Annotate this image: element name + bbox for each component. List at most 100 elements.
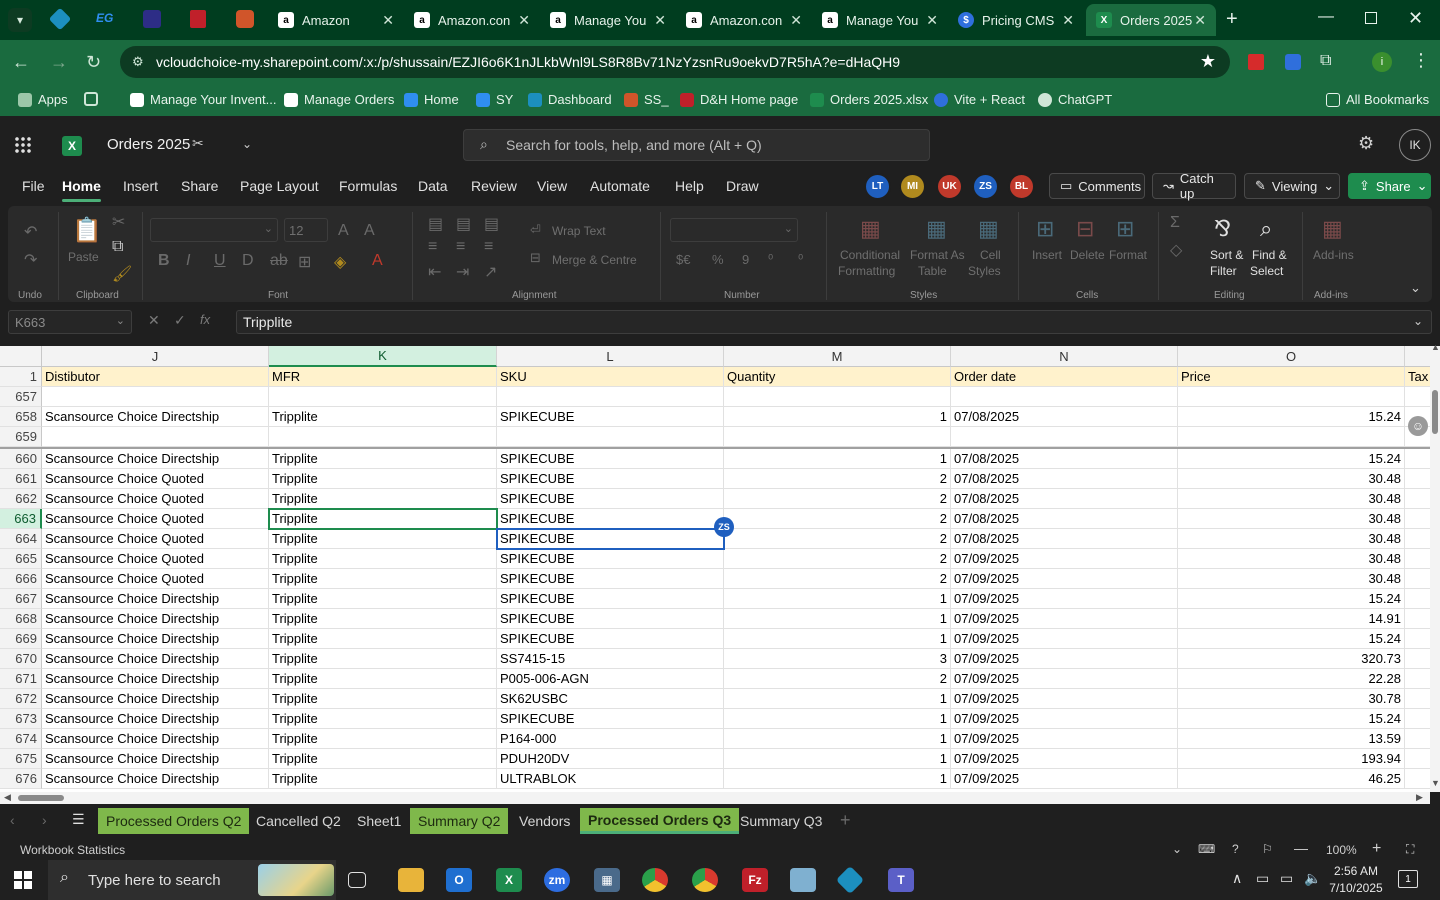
select-all-corner[interactable] [0,346,42,367]
cell[interactable]: SPIKECUBE [497,529,724,549]
zoom-in-icon[interactable]: + [1372,840,1381,858]
header-cell[interactable]: Distibutor [42,367,269,387]
decrease-font-icon[interactable]: A [364,222,375,240]
copy-icon[interactable]: ⧉ [112,238,123,256]
tab-insert[interactable]: Insert [123,178,158,194]
forward-icon[interactable]: → [50,52,68,73]
tab-share[interactable]: Share [181,178,218,194]
cell[interactable]: Scansource Choice Directship [42,609,269,629]
row-header[interactable]: 667 [0,589,42,609]
tab-page-layout[interactable]: Page Layout [240,178,319,194]
cell[interactable]: Tripplite [269,749,497,769]
cell[interactable]: Scansource Choice Directship [42,649,269,669]
row-header[interactable]: 665 [0,549,42,569]
close-icon[interactable]: ✕ [1062,12,1074,29]
cell[interactable]: 07/09/2025 [951,689,1178,709]
cell[interactable]: SS7415-15 [497,649,724,669]
cell[interactable]: 1 [724,749,951,769]
font-color-icon[interactable]: A [372,252,383,270]
close-icon[interactable]: ✕ [926,12,938,29]
chrome-icon[interactable] [692,868,718,892]
cell[interactable] [497,427,724,447]
header-cell[interactable]: Price [1178,367,1405,387]
cell[interactable]: 3 [724,649,951,669]
cell[interactable]: 15.24 [1178,709,1405,729]
cell[interactable]: PDUH20DV [497,749,724,769]
undo-icon[interactable]: ↶ [24,222,37,242]
cell[interactable]: Scansource Choice Directship [42,709,269,729]
cell[interactable]: 1 [724,689,951,709]
row-header[interactable]: 672 [0,689,42,709]
browser-tab[interactable]: a Amazon ✕ [268,4,404,36]
cancel-icon[interactable]: ✕ [148,312,160,329]
cell[interactable]: Scansource Choice Directship [42,407,269,427]
merge-centre-button[interactable]: Merge & Centre [552,253,637,267]
column-header-n[interactable]: N [951,346,1178,367]
row-header[interactable]: 668 [0,609,42,629]
orientation-icon[interactable]: ↗ [484,262,497,282]
cell[interactable]: Tripplite [269,609,497,629]
person-presence-icon[interactable]: ☺ [1408,416,1428,436]
cell[interactable]: 07/09/2025 [951,709,1178,729]
bookmark-item[interactable]: Manage Orders [284,92,394,107]
cell[interactable]: Tripplite [269,469,497,489]
app-icon[interactable] [790,868,816,892]
bookmark-item[interactable]: Dashboard [528,92,612,107]
cell[interactable]: Tripplite [269,569,497,589]
app-launcher-icon[interactable] [14,136,32,154]
fill-color-icon[interactable]: ◈ [334,252,346,272]
cell[interactable]: 320.73 [1178,649,1405,669]
vertical-scrollbar[interactable]: ▲ ▼ [1430,342,1440,792]
cell[interactable]: 07/09/2025 [951,649,1178,669]
task-view-icon[interactable] [348,872,366,888]
wrap-text-icon[interactable]: ⏎ [530,222,541,238]
comments-button[interactable]: ▭ Comments [1049,173,1145,199]
meet-now-icon[interactable]: ▭ [1256,870,1269,887]
row-header[interactable]: 675 [0,749,42,769]
find-select-icon[interactable]: ⌕ [1260,216,1272,242]
browser-tab[interactable]: a Manage You ✕ [540,4,676,36]
cell[interactable]: 1 [724,709,951,729]
header-cell[interactable]: SKU [497,367,724,387]
share-button[interactable]: ⇪ Share ⌄ [1348,173,1431,199]
row-header[interactable]: 670 [0,649,42,669]
function-icon[interactable]: fx [200,312,210,327]
cell[interactable]: SPIKECUBE [497,569,724,589]
bookmark-star-icon[interactable]: ★ [1200,51,1216,72]
align-left-icon[interactable]: ≡ [428,238,437,256]
scroll-up-icon[interactable]: ▲ [1431,342,1440,352]
cell[interactable]: Scansource Choice Directship [42,449,269,469]
sheet-tab-summary-q3[interactable]: Summary Q3 [732,808,830,834]
tab-review[interactable]: Review [471,178,517,194]
cell[interactable]: Scansource Choice Quoted [42,569,269,589]
cell[interactable]: 07/09/2025 [951,669,1178,689]
tab-data[interactable]: Data [418,178,448,194]
cell[interactable] [42,427,269,447]
cell[interactable]: 30.48 [1178,509,1405,529]
format-as-table-icon[interactable]: ▦ [926,216,947,242]
cell[interactable]: SPIKECUBE [497,489,724,509]
sheet-tab-cancelled-q2[interactable]: Cancelled Q2 [248,808,349,834]
cell[interactable]: Tripplite [269,449,497,469]
cell[interactable]: SPIKECUBE [497,449,724,469]
bookmark-item[interactable]: Vite + React [934,92,1025,107]
cell[interactable]: 1 [724,769,951,789]
cut-icon[interactable]: ✂ [112,212,125,232]
add-ins-icon[interactable]: ▦ [1322,216,1343,242]
search-input[interactable]: ⌕ Search for tools, help, and more (Alt … [463,129,930,161]
user-avatar[interactable]: IK [1399,129,1431,161]
pinned-tab-icon[interactable] [190,10,206,28]
cell[interactable]: 2 [724,669,951,689]
cell[interactable]: Scansource Choice Quoted [42,529,269,549]
align-middle-icon[interactable]: ▤ [456,214,471,234]
cell[interactable]: 22.28 [1178,669,1405,689]
cell[interactable]: Scansource Choice Directship [42,729,269,749]
pinned-tab-icon[interactable]: EG [96,11,116,27]
bookmark-item[interactable]: Orders 2025.xlsx [810,92,928,107]
catch-up-button[interactable]: ↝ Catch up [1152,171,1236,201]
row-header[interactable]: 657 [0,387,42,407]
bold-icon[interactable]: B [158,252,170,270]
zoom-out-icon[interactable]: — [1294,840,1308,856]
browser-tab[interactable]: a Amazon.con ✕ [404,4,540,36]
cell[interactable]: 30.48 [1178,569,1405,589]
